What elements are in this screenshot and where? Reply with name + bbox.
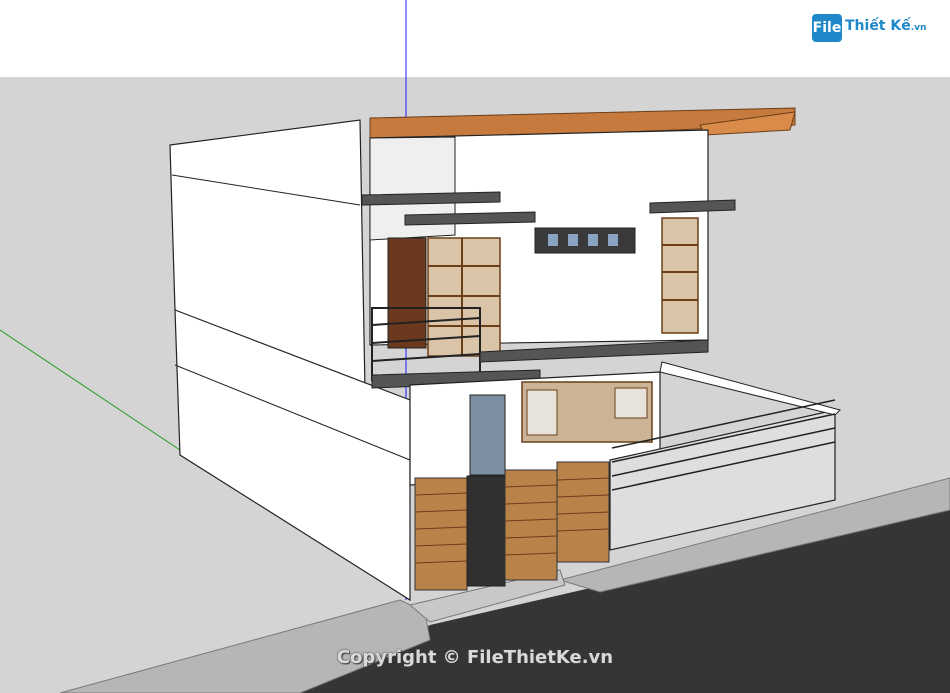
- strip-pane: [568, 234, 578, 246]
- window-pane: [614, 387, 648, 419]
- upper-door: [387, 237, 427, 349]
- house-3d-model[interactable]: [0, 0, 950, 693]
- logo-file-badge: File: [812, 14, 842, 42]
- strip-pane: [608, 234, 618, 246]
- logo-suffix: .vn: [910, 23, 927, 33]
- window-pane: [526, 389, 558, 436]
- strip-pane: [588, 234, 598, 246]
- logo-name: Thiết Kế: [845, 18, 911, 34]
- filethietke-logo-icon: File Thiết Kế.vn: [812, 10, 948, 46]
- right-window: [661, 217, 699, 334]
- gate-panel-dark: [466, 475, 506, 587]
- sky: [0, 0, 950, 77]
- front-door: [469, 394, 506, 476]
- logo-text: Thiết Kế.vn: [845, 18, 926, 34]
- sketchup-viewport[interactable]: File Thiết Kế.vn Copyright © FileThietKe…: [0, 0, 950, 693]
- strip-pane: [548, 234, 558, 246]
